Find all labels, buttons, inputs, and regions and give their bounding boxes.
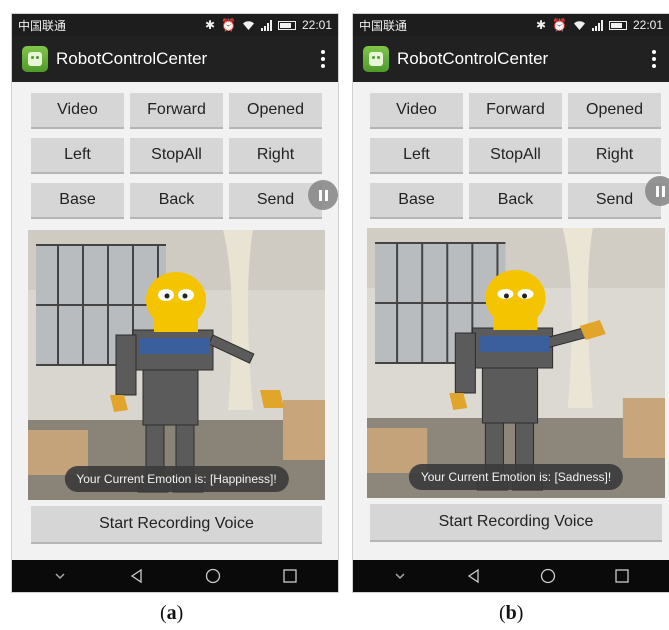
caption-letter: b [505,602,517,624]
phone-screen-a: 中国联通 ✱ ⏰ 22:01 RobotControlCenter Video … [12,14,338,592]
app-title: RobotControlCenter [397,49,549,68]
stopall-button[interactable]: StopAll [130,138,223,174]
camera-view: Your Current Emotion is: [Sadness]! [367,228,665,498]
chevron-down-icon[interactable] [391,567,409,585]
left-button[interactable]: Left [370,138,463,174]
home-icon[interactable] [204,567,222,585]
pause-icon[interactable] [645,176,669,206]
app-robot-icon [363,46,389,72]
clock: 22:01 [301,18,332,32]
emotion-toast: Your Current Emotion is: [Happiness]! [64,466,289,492]
phone-screen-b: 中国联通 ✱ ⏰ 22:01 RobotControlCenter Video … [353,14,669,592]
navigation-bar [12,560,338,592]
home-icon[interactable] [539,567,557,585]
control-button-grid: Video Forward Opened Left StopAll Right … [12,82,338,219]
forward-button[interactable]: Forward [469,93,562,129]
app-robot-icon [22,46,48,72]
figure: 中国联通 ✱ ⏰ 22:01 RobotControlCenter Video … [0,0,669,630]
bluetooth-icon: ✱ [204,18,216,32]
status-icons: ✱ ⏰ 22:01 [205,18,332,32]
forward-button[interactable]: Forward [130,93,223,129]
signal-icon [591,19,603,31]
camera-view: Your Current Emotion is: [Happiness]! [28,230,325,500]
caption-a: (a) [160,602,184,624]
back-icon[interactable] [465,567,483,585]
battery-icon [277,20,296,30]
stopall-button[interactable]: StopAll [469,138,562,174]
start-recording-button[interactable]: Start Recording Voice [31,506,322,544]
opened-button[interactable]: Opened [568,93,661,129]
back-button[interactable]: Back [130,183,223,219]
robot-photo [28,230,325,500]
wifi-icon [242,20,254,30]
battery-icon [608,20,627,30]
navigation-bar [353,560,669,592]
back-button[interactable]: Back [469,183,562,219]
video-button[interactable]: Video [31,93,124,129]
back-icon[interactable] [128,567,146,585]
signal-icon [260,19,272,31]
clock: 22:01 [632,18,663,32]
right-button[interactable]: Right [229,138,322,174]
chevron-down-icon[interactable] [51,567,69,585]
caption-letter: a [166,602,177,624]
status-bar: 中国联通 ✱ ⏰ 22:01 [353,14,669,36]
recents-icon[interactable] [613,567,631,585]
app-bar: RobotControlCenter [353,36,669,82]
wifi-icon [573,20,585,30]
carrier-label: 中国联通 [359,18,408,33]
alarm-icon: ⏰ [221,18,236,32]
status-bar: 中国联通 ✱ ⏰ 22:01 [12,14,338,36]
left-button[interactable]: Left [31,138,124,174]
carrier-label: 中国联通 [18,18,67,33]
overflow-menu-icon[interactable] [318,48,328,70]
base-button[interactable]: Base [370,183,463,219]
video-button[interactable]: Video [370,93,463,129]
app-title: RobotControlCenter [56,49,208,68]
caption-b: (b) [499,602,524,624]
send-button[interactable]: Send [229,183,322,219]
recents-icon[interactable] [281,567,299,585]
opened-button[interactable]: Opened [229,93,322,129]
emotion-toast: Your Current Emotion is: [Sadness]! [408,464,624,490]
bluetooth-icon: ✱ [535,18,547,32]
right-button[interactable]: Right [568,138,661,174]
robot-photo [367,228,665,498]
start-recording-button[interactable]: Start Recording Voice [370,504,662,542]
status-icons: ✱ ⏰ 22:01 [536,18,663,32]
pause-icon[interactable] [308,180,338,210]
app-bar: RobotControlCenter [12,36,338,82]
overflow-menu-icon[interactable] [649,48,659,70]
alarm-icon: ⏰ [552,18,567,32]
control-button-grid: Video Forward Opened Left StopAll Right … [353,82,669,219]
base-button[interactable]: Base [31,183,124,219]
